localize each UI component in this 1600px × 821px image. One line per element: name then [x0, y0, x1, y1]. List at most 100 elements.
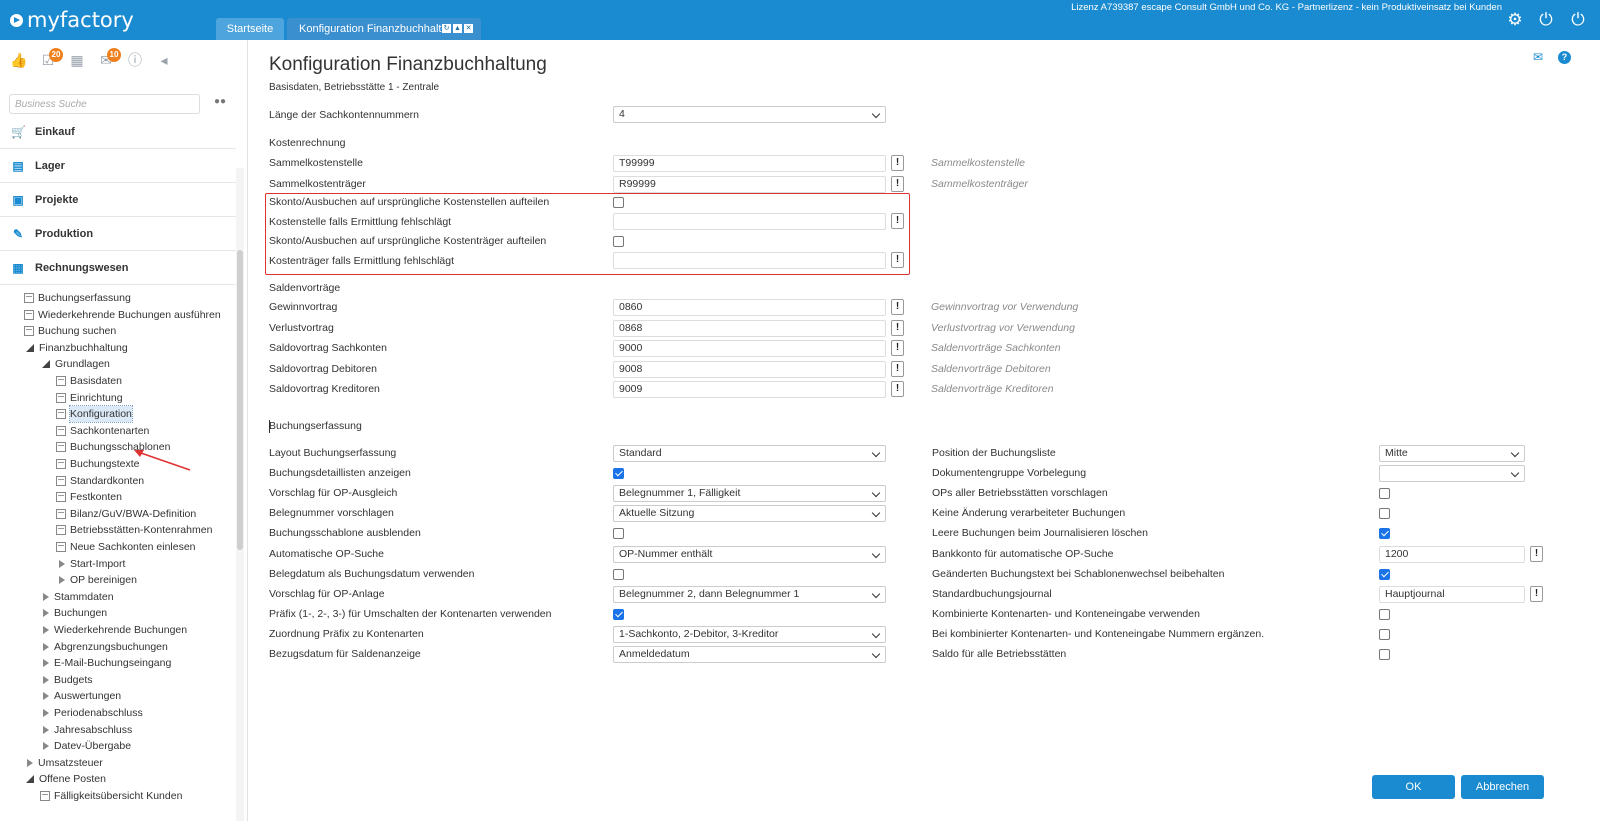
collapsed-triangle-icon[interactable]: [43, 725, 49, 734]
tree-item[interactable]: Basisdaten: [56, 373, 122, 389]
tree-item[interactable]: Finanzbuchhaltung: [24, 340, 128, 356]
setting-checkbox[interactable]: [613, 608, 624, 620]
setting-input[interactable]: 1200: [1379, 545, 1525, 563]
tree-item[interactable]: Konfiguration: [56, 405, 133, 424]
tree-item[interactable]: Wiederkehrende Buchungen ausführen: [24, 307, 221, 323]
tree-item[interactable]: Buchungserfassung: [24, 290, 131, 306]
tree-item[interactable]: Jahresabschluss: [40, 722, 132, 738]
kostenrechnung-input[interactable]: R99999: [613, 176, 886, 193]
expanded-triangle-icon[interactable]: [42, 360, 50, 369]
collapsed-triangle-icon[interactable]: [43, 592, 49, 601]
tree-item[interactable]: OP bereinigen: [56, 572, 137, 588]
setting-checkbox[interactable]: [1379, 628, 1390, 640]
tree-item[interactable]: Betriebsstätten-Kontenrahmen: [56, 522, 212, 538]
tree-item[interactable]: Auswertungen: [40, 688, 121, 704]
setting-select[interactable]: OP-Nummer enthält: [613, 545, 886, 563]
setting-checkbox[interactable]: [613, 568, 624, 580]
business-search-input[interactable]: [9, 94, 200, 114]
kst-fallback-lookup-button[interactable]: !: [891, 213, 904, 229]
help-icon[interactable]: ?: [1558, 51, 1571, 64]
collapsed-triangle-icon[interactable]: [43, 675, 49, 684]
collapse-sidebar-icon[interactable]: ◂: [155, 52, 173, 69]
setting-checkbox[interactable]: [1379, 649, 1390, 660]
setting-select[interactable]: [1379, 465, 1525, 483]
collapsed-triangle-icon[interactable]: [59, 559, 65, 568]
module-projekte[interactable]: ▣ Projekte: [0, 183, 236, 217]
setting-checkbox[interactable]: [1379, 568, 1390, 580]
setting-select[interactable]: Mitte: [1379, 445, 1525, 462]
collapsed-triangle-icon[interactable]: [43, 626, 49, 634]
setting-input[interactable]: Hauptjournal: [1379, 585, 1525, 603]
kostenrechnung-input[interactable]: T99999: [613, 155, 886, 172]
tab-close-icon[interactable]: ✕: [464, 24, 473, 33]
tree-item[interactable]: Offene Posten: [24, 771, 106, 787]
sidebar-scrollbar[interactable]: [236, 168, 244, 821]
info-icon[interactable]: ⓘ: [126, 52, 144, 69]
search-options-icon[interactable]: ●●: [214, 96, 228, 108]
tree-item[interactable]: Datev-Übergabe: [40, 738, 131, 754]
setting-select[interactable]: Standard: [613, 445, 886, 462]
kst-fallback-input[interactable]: [613, 213, 886, 230]
collapsed-triangle-icon[interactable]: [43, 609, 49, 618]
collapsed-triangle-icon[interactable]: [43, 642, 49, 651]
saldenvortrag-input[interactable]: 0860: [613, 299, 886, 316]
logout-power-icon[interactable]: ⏻: [1569, 11, 1587, 29]
setting-select[interactable]: Anmeldedatum: [613, 646, 886, 663]
lookup-button[interactable]: !: [891, 299, 904, 315]
calendar-icon[interactable]: ▦: [68, 52, 86, 69]
tab-konfiguration[interactable]: Konfiguration Finanzbuchhalt... ↻ ▲ ✕: [287, 18, 481, 40]
collapsed-triangle-icon[interactable]: [27, 758, 33, 767]
power-icon[interactable]: ⏻: [1537, 11, 1555, 29]
module-produktion[interactable]: ✎ Produktion: [0, 217, 236, 251]
tree-item[interactable]: Abgrenzungsbuchungen: [40, 639, 168, 655]
lookup-button[interactable]: !: [891, 155, 904, 171]
tree-item[interactable]: Sachkontenarten: [56, 423, 149, 439]
tasks-icon[interactable]: ☑ 20: [39, 48, 63, 69]
saldenvortrag-input[interactable]: 9009: [613, 381, 886, 399]
lookup-button[interactable]: !: [1530, 585, 1543, 602]
collapsed-triangle-icon[interactable]: [43, 709, 49, 717]
cancel-button[interactable]: Abbrechen: [1461, 775, 1544, 799]
lookup-button[interactable]: !: [891, 340, 904, 357]
module-rechnungswesen[interactable]: ▦ Rechnungswesen: [0, 251, 236, 285]
tree-item[interactable]: Start-Import: [56, 556, 125, 572]
tree-item[interactable]: Periodenabschluss: [40, 705, 143, 721]
tree-item[interactable]: Neue Sachkonten einlesen: [56, 539, 196, 555]
messages-icon[interactable]: ✉ 10: [97, 48, 121, 69]
tree-item[interactable]: Budgets: [40, 672, 93, 688]
setting-checkbox[interactable]: [613, 528, 624, 540]
tab-pin-icon[interactable]: ▲: [453, 24, 462, 33]
module-einkauf[interactable]: 🛒 Einkauf: [0, 115, 236, 149]
tree-item[interactable]: Umsatzsteuer: [24, 755, 103, 771]
setting-checkbox[interactable]: [613, 468, 624, 480]
setting-checkbox[interactable]: [1379, 528, 1390, 540]
setting-select[interactable]: Belegnummer 1, Fälligkeit: [613, 485, 886, 503]
saldenvortrag-input[interactable]: 9008: [613, 360, 886, 378]
mail-icon[interactable]: ✉: [1533, 51, 1547, 63]
tree-item[interactable]: E-Mail-Buchungseingang: [40, 655, 171, 671]
tree-item[interactable]: Fälligkeitsübersicht Kunden: [40, 788, 182, 804]
tree-item[interactable]: Buchung suchen: [24, 323, 116, 339]
account-length-select[interactable]: 4: [613, 106, 886, 123]
setting-select[interactable]: Aktuelle Sitzung: [613, 505, 886, 523]
ktr-fallback-lookup-button[interactable]: !: [891, 252, 904, 268]
app-logo[interactable]: myfactory: [10, 8, 134, 32]
tree-item[interactable]: Buchungen: [40, 605, 107, 621]
lookup-button[interactable]: !: [891, 176, 904, 192]
module-lager[interactable]: ▤ Lager: [0, 149, 236, 183]
setting-select[interactable]: Belegnummer 2, dann Belegnummer 1: [613, 585, 886, 603]
expanded-triangle-icon[interactable]: [26, 775, 34, 784]
sidebar-scrollbar-thumb[interactable]: [237, 250, 243, 550]
saldenvortrag-input[interactable]: 9000: [613, 340, 886, 358]
tree-item[interactable]: Festkonten: [56, 489, 122, 505]
saldenvortrag-input[interactable]: 0868: [613, 319, 886, 337]
like-icon[interactable]: 👍: [10, 52, 28, 69]
setting-select[interactable]: 1-Sachkonto, 2-Debitor, 3-Kreditor: [613, 625, 886, 643]
skonto-ktr-checkbox[interactable]: [613, 236, 624, 247]
tree-item[interactable]: Einrichtung: [56, 390, 123, 406]
ktr-fallback-input[interactable]: [613, 252, 886, 269]
expanded-triangle-icon[interactable]: [26, 343, 34, 352]
collapsed-triangle-icon[interactable]: [43, 742, 49, 751]
tree-item[interactable]: Bilanz/GuV/BWA-Definition: [56, 506, 196, 522]
skonto-kst-checkbox[interactable]: [613, 197, 624, 208]
